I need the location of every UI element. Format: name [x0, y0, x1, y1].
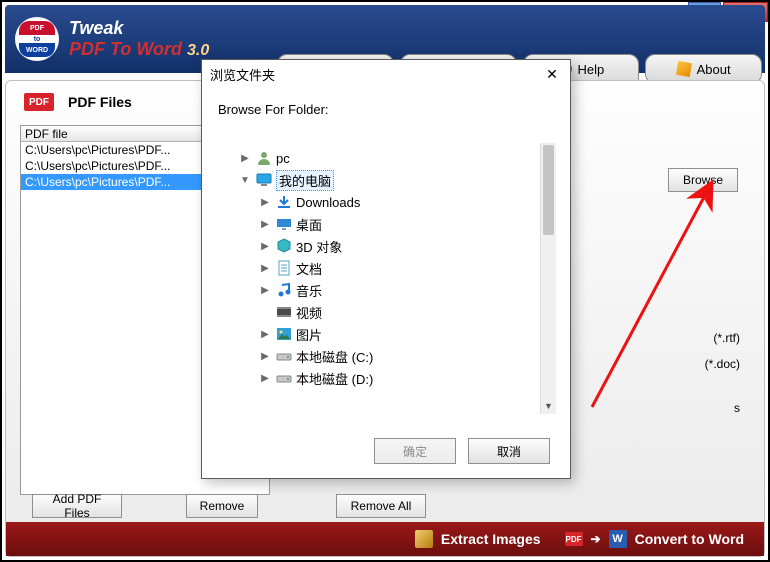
- drive-icon: [276, 370, 292, 386]
- tree-item-label: 桌面: [296, 215, 322, 234]
- extract-images-button[interactable]: Extract Images: [415, 530, 541, 548]
- expand-icon[interactable]: ▶: [258, 373, 272, 384]
- scroll-thumb[interactable]: [543, 145, 554, 235]
- tree-item-label: 音乐: [296, 281, 322, 300]
- expand-icon[interactable]: ▶: [238, 153, 252, 164]
- format-option-doc: (*.doc): [705, 357, 740, 371]
- arrow-icon: ➔: [591, 532, 601, 546]
- tree-item[interactable]: ▶ 3D 对象: [218, 235, 554, 257]
- add-pdf-files-button[interactable]: Add PDF Files: [32, 494, 122, 518]
- desktop-icon: [276, 216, 292, 232]
- logo-bot: WORD: [19, 43, 55, 57]
- remove-button[interactable]: Remove: [186, 494, 258, 518]
- expand-icon[interactable]: ▶: [258, 263, 272, 274]
- word-small-icon: W: [609, 530, 627, 548]
- cube3d-icon: [276, 238, 292, 254]
- tree-item-label: 3D 对象: [296, 237, 342, 256]
- expand-icon[interactable]: ▶: [258, 241, 272, 252]
- dialog-cancel-button[interactable]: 取消: [468, 438, 550, 464]
- browse-folder-dialog: 浏览文件夹 ✕ Browse For Folder: ▶ pc ▼ 我的电脑 ▶ Down…: [201, 59, 571, 479]
- dialog-prompt: Browse For Folder:: [202, 88, 570, 121]
- tree-item[interactable]: ▶ 图片: [218, 323, 554, 345]
- tree-item-label: 本地磁盘 (D:): [296, 369, 373, 388]
- brand-line2: PDF To Word 3.0: [69, 39, 209, 60]
- pdf-badge-icon: PDF: [24, 93, 54, 111]
- expand-icon[interactable]: ▶: [258, 285, 272, 296]
- action-bar: Extract Images PDF ➔ W Convert to Word: [6, 522, 764, 556]
- remove-all-button[interactable]: Remove All: [336, 494, 426, 518]
- scroll-down-icon[interactable]: ▼: [541, 398, 556, 414]
- dialog-title-text: 浏览文件夹: [210, 65, 275, 84]
- tree-item-label: 图片: [296, 325, 322, 344]
- tree-item-label: pc: [276, 151, 290, 166]
- images-icon: [415, 530, 433, 548]
- drive-icon: [276, 348, 292, 364]
- tree-item-label: Downloads: [296, 195, 360, 210]
- tree-item[interactable]: ▶ 文档: [218, 257, 554, 279]
- music-icon: [276, 282, 292, 298]
- monitor-icon: [256, 172, 272, 188]
- tree-item[interactable]: ▶ Downloads: [218, 191, 554, 213]
- tree-item[interactable]: ▶ 音乐: [218, 279, 554, 301]
- brand-text: Tweak PDF To Word 3.0: [69, 18, 209, 60]
- pdf-files-heading: PDF PDF Files: [24, 93, 132, 111]
- picture-icon: [276, 326, 292, 342]
- expand-icon[interactable]: ▶: [258, 329, 272, 340]
- person-icon: [256, 150, 272, 166]
- tree-item-label: 文档: [296, 259, 322, 278]
- tree-item-label: 我的电脑: [276, 170, 334, 191]
- tree-item[interactable]: ▶ 本地磁盘 (D:): [218, 367, 554, 389]
- tree-item-label: 本地磁盘 (C:): [296, 347, 373, 366]
- app-logo-icon: PDF to WORD: [15, 17, 59, 61]
- format-option-rtf: (*.rtf): [713, 331, 740, 345]
- logo-mid: to: [19, 35, 55, 43]
- dialog-close-button[interactable]: ✕: [542, 64, 562, 84]
- doc-icon: [276, 260, 292, 276]
- brand-line1: Tweak: [69, 18, 209, 39]
- tree-item[interactable]: 视频: [218, 301, 554, 323]
- expand-icon[interactable]: ▶: [258, 197, 272, 208]
- tree-item[interactable]: ▼ 我的电脑: [218, 169, 554, 191]
- expand-icon[interactable]: ▼: [238, 175, 252, 186]
- dialog-titlebar[interactable]: 浏览文件夹 ✕: [202, 60, 570, 88]
- browse-button[interactable]: Browse: [668, 168, 738, 192]
- options-text: s: [734, 401, 740, 415]
- scrollbar[interactable]: ▲ ▼: [540, 143, 556, 414]
- dialog-ok-button[interactable]: 确定: [374, 438, 456, 464]
- download-icon: [276, 194, 292, 210]
- video-icon: [276, 304, 292, 320]
- convert-to-word-button[interactable]: PDF ➔ W Convert to Word: [565, 530, 744, 548]
- pdf-small-icon: PDF: [565, 532, 583, 546]
- tree-item[interactable]: ▶ pc: [218, 147, 554, 169]
- tree-item[interactable]: ▶ 本地磁盘 (C:): [218, 345, 554, 367]
- about-icon: [676, 61, 692, 77]
- expand-icon[interactable]: ▶: [258, 219, 272, 230]
- tree-item[interactable]: ▶ 桌面: [218, 213, 554, 235]
- logo-top: PDF: [19, 21, 55, 35]
- expand-icon[interactable]: ▶: [258, 351, 272, 362]
- tree-item-label: 视频: [296, 303, 322, 322]
- folder-tree[interactable]: ▶ pc ▼ 我的电脑 ▶ Downloads ▶ 桌面 ▶ 3D 对象 ▶ 文档 ▶ 音乐视频 ▶ 图片 ▶ 本…: [216, 143, 556, 414]
